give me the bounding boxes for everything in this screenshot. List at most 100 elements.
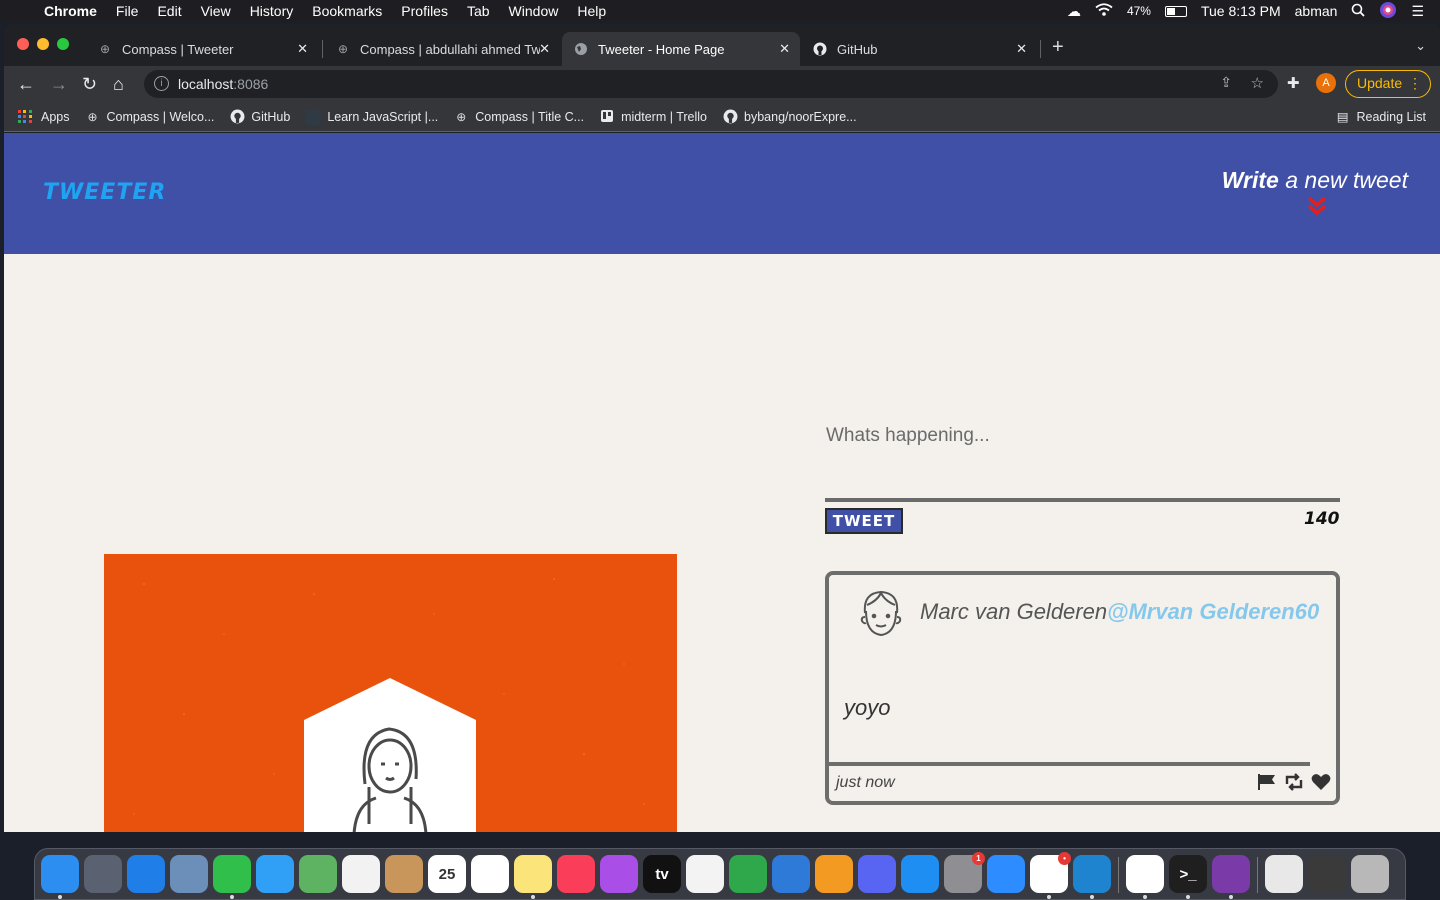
reload-button[interactable]: ↻ [82,74,97,94]
menu-file[interactable]: File [116,3,139,19]
dock-trash-icon[interactable] [1351,855,1389,893]
wifi-icon[interactable] [1095,3,1113,19]
dock-zoom-icon[interactable] [987,855,1025,893]
flag-icon[interactable] [1257,773,1277,791]
dock-screenshots-icon[interactable] [1308,855,1346,893]
dock-calendar-icon[interactable]: 25 [428,855,466,893]
bookmark-star-icon[interactable]: ☆ [1251,74,1264,92]
bookmark-apps[interactable]: Apps [18,109,70,124]
creative-cloud-icon[interactable]: ☁ [1067,3,1081,20]
reading-list-button[interactable]: ▤ Reading List [1337,109,1426,125]
dock-safari-icon[interactable] [127,855,165,893]
more-menu-icon[interactable]: ⋮ [1408,71,1422,96]
compass-icon: ⊕ [99,42,111,56]
tweet-author-handle[interactable]: @Mrvan Gelderen60 [1107,599,1319,625]
user-name[interactable]: abman [1295,3,1338,19]
dock-facetime-icon[interactable] [213,855,251,893]
zoom-window-button[interactable] [57,38,69,50]
home-button[interactable]: ⌂ [113,74,124,94]
dock-preview-icon[interactable] [170,855,208,893]
tweet-submit-button[interactable]: TWEET [825,508,903,534]
tab-compass-abdullahi[interactable]: ⊕ Compass | abdullahi ahmed Tw ✕ [324,32,560,66]
tab-compass-tweeter[interactable]: ⊕ Compass | Tweeter ✕ [86,32,318,66]
bookmark-compass-title[interactable]: ⊕ Compass | Title C... [453,109,584,125]
menu-edit[interactable]: Edit [157,3,181,19]
dock-contacts-icon[interactable] [385,855,423,893]
dock-terminal-icon[interactable]: >_ [1169,855,1207,893]
dock-pages-icon[interactable] [815,855,853,893]
bookmark-github[interactable]: GitHub [229,109,290,125]
dock-app-store-icon[interactable] [901,855,939,893]
forward-button[interactable]: → [50,74,68,94]
dock-notes-icon[interactable] [514,855,552,893]
dock-photos-icon[interactable] [342,855,380,893]
spotlight-search-icon[interactable] [1351,3,1366,20]
bookmark-learn-javascript[interactable]: Learn JavaScript |... [305,108,438,125]
tweet-card: Marc van Gelderen @Mrvan Gelderen60 yoyo… [825,571,1340,805]
tab-tweeter-home[interactable]: Tweeter - Home Page ✕ [562,32,800,66]
menu-history[interactable]: History [250,3,294,19]
dock-podcasts-icon[interactable] [600,855,638,893]
dock-vscode-icon[interactable] [1073,855,1111,893]
tab-title: Compass | Tweeter [122,41,234,57]
dock-numbers-icon[interactable] [729,855,767,893]
siri-icon[interactable] [1379,1,1397,22]
update-button[interactable]: Update ⋮ [1345,70,1431,98]
site-info-icon[interactable]: i [154,76,169,91]
new-tab-button[interactable]: + [1052,36,1064,59]
close-window-button[interactable] [17,38,29,50]
dock-chrome-icon[interactable] [1126,855,1164,893]
bookmark-trello[interactable]: midterm | Trello [599,109,707,125]
clock[interactable]: Tue 8:13 PM [1201,3,1281,19]
dock-discord-icon[interactable] [858,855,896,893]
write-new-tweet-link[interactable]: Write a new tweet [1222,167,1408,194]
dock-maps-icon[interactable] [299,855,337,893]
compass-icon: ⊕ [87,109,98,124]
dock-divider [1118,857,1119,893]
tab-github[interactable]: GitHub ✕ [801,32,1037,66]
dock-github-desktop-icon[interactable] [1212,855,1250,893]
macos-dock: 25 tv 1 • >_ [34,848,1406,900]
share-icon[interactable]: ⇪ [1220,74,1232,91]
dock-messages-icon[interactable] [256,855,294,893]
bookmark-compass-welcome[interactable]: ⊕ Compass | Welco... [85,109,214,125]
menu-tab[interactable]: Tab [467,3,490,19]
double-chevron-down-icon[interactable] [1306,195,1328,217]
dock-finder-icon[interactable] [41,855,79,893]
close-tab-icon[interactable]: ✕ [779,41,790,57]
url-text[interactable]: localhost:8086 [178,76,268,92]
tweet-text-input[interactable]: Whats happening... [826,425,990,447]
tab-search-chevron-icon[interactable]: ⌄ [1415,38,1426,54]
tweeter-logo[interactable]: TWEETER [43,180,166,205]
dock-documents-icon[interactable] [1265,855,1303,893]
dock-reminders-icon[interactable] [471,855,509,893]
minimize-window-button[interactable] [37,38,49,50]
dock-music-icon[interactable] [557,855,595,893]
retweet-icon[interactable] [1283,773,1305,791]
menu-app-name[interactable]: Chrome [44,3,97,19]
dock-slack-icon[interactable]: • [1030,852,1071,893]
menu-help[interactable]: Help [577,3,606,19]
menu-bookmarks[interactable]: Bookmarks [312,3,382,19]
close-tab-icon[interactable]: ✕ [297,41,308,57]
dock-keynote-icon[interactable] [772,855,810,893]
extensions-puzzle-icon[interactable]: ✚ [1287,74,1300,92]
heart-icon[interactable] [1311,773,1331,791]
dock-apple-tv-icon[interactable]: tv [643,855,681,893]
address-bar[interactable]: i localhost:8086 ⇪ ☆ [144,70,1278,98]
profile-avatar[interactable]: A [1316,73,1336,93]
composer-underline [825,498,1340,502]
menu-view[interactable]: View [201,3,231,19]
menu-window[interactable]: Window [509,3,559,19]
dock-launchpad-icon[interactable] [84,855,122,893]
dock-news-icon[interactable] [686,855,724,893]
running-indicator [1186,895,1190,899]
control-center-icon[interactable]: ☰ [1411,3,1424,20]
bookmark-bybang-repo[interactable]: bybang/noorExpre... [722,109,857,125]
menu-profiles[interactable]: Profiles [401,3,448,19]
battery-icon[interactable] [1164,5,1187,17]
dock-system-preferences-icon[interactable]: 1 [944,852,985,893]
close-tab-icon[interactable]: ✕ [1016,41,1027,57]
back-button[interactable]: ← [17,74,35,94]
close-tab-icon[interactable]: ✕ [539,41,550,57]
